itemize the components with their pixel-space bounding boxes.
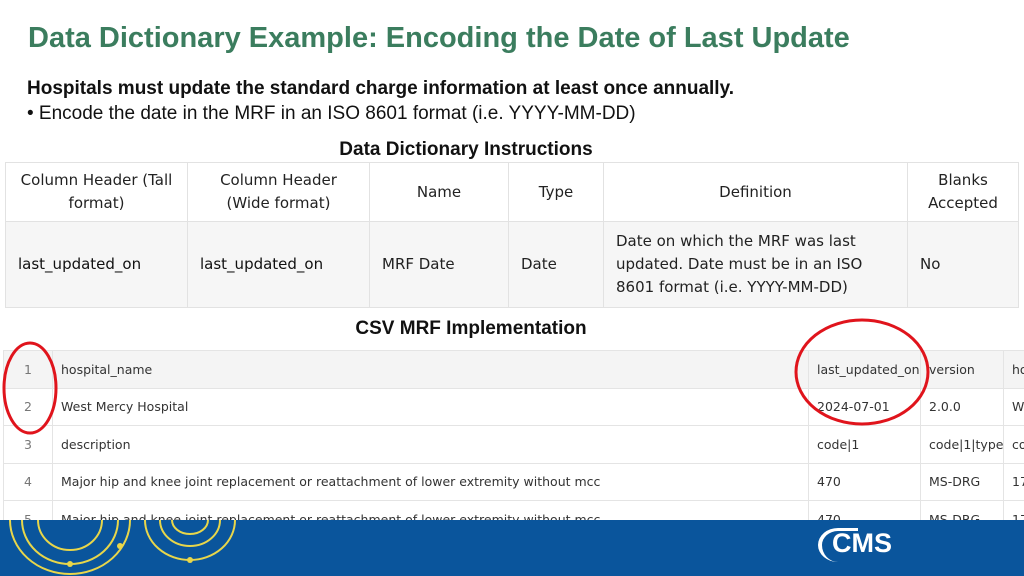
highlight-annotations [2,318,930,435]
cms-logo: CMS [818,524,928,564]
row-number-highlight-circle [2,341,58,435]
footer-band: CMS [0,520,1024,576]
last-updated-highlight-circle [794,318,930,426]
decorative-arcs [9,520,236,575]
